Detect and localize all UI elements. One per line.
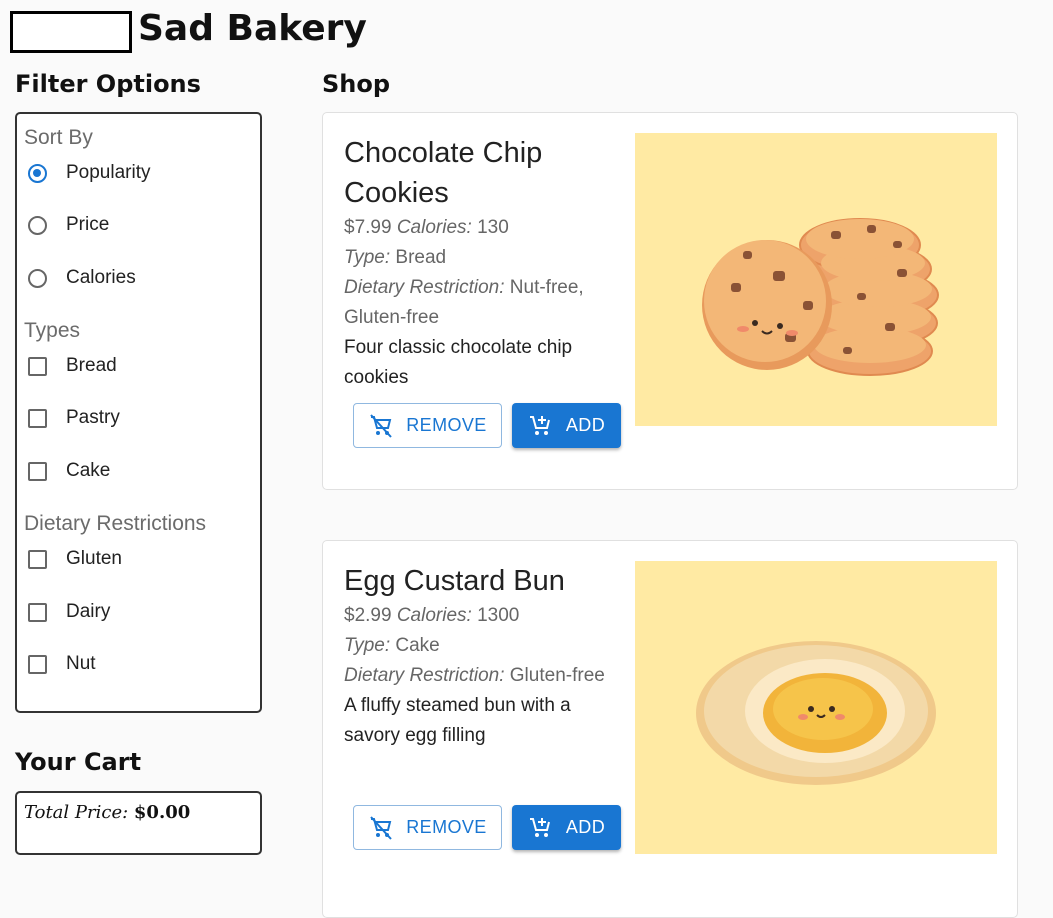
site-title: Sad Bakery <box>138 8 367 49</box>
type-label: Type: <box>344 635 391 656</box>
add-button[interactable]: ADD <box>512 403 621 448</box>
product-dietary-row: Dietary Restriction: Gluten-free <box>344 661 634 691</box>
dietary-option-dairy[interactable]: Dairy <box>25 600 110 624</box>
product-type-row: Type: Bread <box>344 243 634 273</box>
product-price: $2.99 <box>344 605 392 626</box>
remove-button-label: REMOVE <box>406 415 487 435</box>
add-button-label: ADD <box>565 817 606 837</box>
product-dietary: Gluten-free <box>509 665 605 686</box>
dietary-option-label: Gluten <box>66 548 122 569</box>
checkbox-icon[interactable] <box>27 356 47 376</box>
checkbox-icon[interactable] <box>27 654 47 674</box>
type-option-label: Cake <box>66 460 111 481</box>
egg-custard-bun-illustration <box>696 641 936 785</box>
product-card: Chocolate Chip Cookies $7.99 Calories: 1… <box>322 112 1018 490</box>
sort-option-calories[interactable]: Calories <box>25 266 136 290</box>
remove-button[interactable]: REMOVE <box>353 403 502 448</box>
product-description: Four classic chocolate chip cookies <box>344 337 573 388</box>
add-button[interactable]: ADD <box>512 805 621 850</box>
dietary-label: Dietary Restriction: <box>344 665 505 686</box>
product-description: A fluffy steamed bun with a savory egg f… <box>344 695 571 746</box>
product-dietary-row: Dietary Restriction: Nut-free, Gluten-fr… <box>344 273 619 333</box>
total-price-row: Total Price: $0.00 <box>24 802 190 823</box>
dietary-option-nut[interactable]: Nut <box>25 652 96 676</box>
product-type: Bread <box>395 247 447 268</box>
product-price-calories: $2.99 Calories: 1300 <box>344 601 634 631</box>
product-calories: 130 <box>477 217 509 238</box>
sort-by-title: Sort By <box>24 126 93 149</box>
dietary-label: Dietary Restriction: <box>344 277 505 298</box>
product-price: $7.99 <box>344 217 392 238</box>
type-label: Type: <box>344 247 391 268</box>
checkbox-icon[interactable] <box>27 602 47 622</box>
add-button-label: ADD <box>565 415 606 435</box>
checkbox-icon[interactable] <box>27 408 47 428</box>
dietary-option-label: Nut <box>66 653 96 674</box>
radio-icon[interactable] <box>27 268 47 288</box>
type-option-cake[interactable]: Cake <box>25 459 110 483</box>
type-option-pastry[interactable]: Pastry <box>25 406 120 430</box>
radio-selected-icon[interactable] <box>27 163 47 183</box>
product-type: Cake <box>395 635 440 656</box>
filter-options-heading: Filter Options <box>15 70 201 98</box>
remove-cart-icon <box>370 815 393 840</box>
product-type-row: Type: Cake <box>344 631 634 661</box>
add-cart-icon <box>529 415 550 435</box>
product-price-calories: $7.99 Calories: 130 <box>344 213 634 243</box>
types-title: Types <box>24 319 81 342</box>
sort-option-label: Popularity <box>66 162 151 183</box>
remove-button-label: REMOVE <box>406 817 487 837</box>
checkbox-icon[interactable] <box>27 549 47 569</box>
total-price-label: Total Price: <box>24 802 129 823</box>
cookies-illustration <box>702 218 939 376</box>
filter-panel: Sort By Popularity Price Calories Types … <box>15 112 262 713</box>
product-image-egg-custard-bun <box>635 561 997 854</box>
product-calories: 1300 <box>477 605 520 626</box>
product-card: Egg Custard Bun $2.99 Calories: 1300 Typ… <box>322 540 1018 918</box>
product-image-cookies <box>635 133 997 426</box>
radio-icon[interactable] <box>27 215 47 235</box>
type-option-label: Pastry <box>66 407 120 428</box>
remove-cart-icon <box>370 413 393 438</box>
sort-option-label: Calories <box>66 267 136 288</box>
dietary-restrictions-title: Dietary Restrictions <box>24 512 207 535</box>
add-cart-icon <box>529 817 550 837</box>
remove-button[interactable]: REMOVE <box>353 805 502 850</box>
sort-option-label: Price <box>66 214 110 235</box>
calories-label: Calories: <box>396 605 472 626</box>
dietary-option-gluten[interactable]: Gluten <box>25 547 122 571</box>
cart-panel: Total Price: $0.00 <box>15 791 262 855</box>
type-option-label: Bread <box>66 355 117 376</box>
product-name: Chocolate Chip Cookies <box>344 137 543 209</box>
checkbox-icon[interactable] <box>27 461 47 481</box>
product-name: Egg Custard Bun <box>344 565 565 597</box>
shop-heading: Shop <box>322 70 391 98</box>
calories-label: Calories: <box>396 217 472 238</box>
your-cart-heading: Your Cart <box>15 748 142 776</box>
dietary-option-label: Dairy <box>66 601 111 622</box>
type-option-bread[interactable]: Bread <box>25 354 117 378</box>
total-price-value: $0.00 <box>133 802 191 823</box>
logo-placeholder <box>10 11 132 53</box>
sort-option-price[interactable]: Price <box>25 213 109 237</box>
sort-option-popularity[interactable]: Popularity <box>25 161 151 185</box>
